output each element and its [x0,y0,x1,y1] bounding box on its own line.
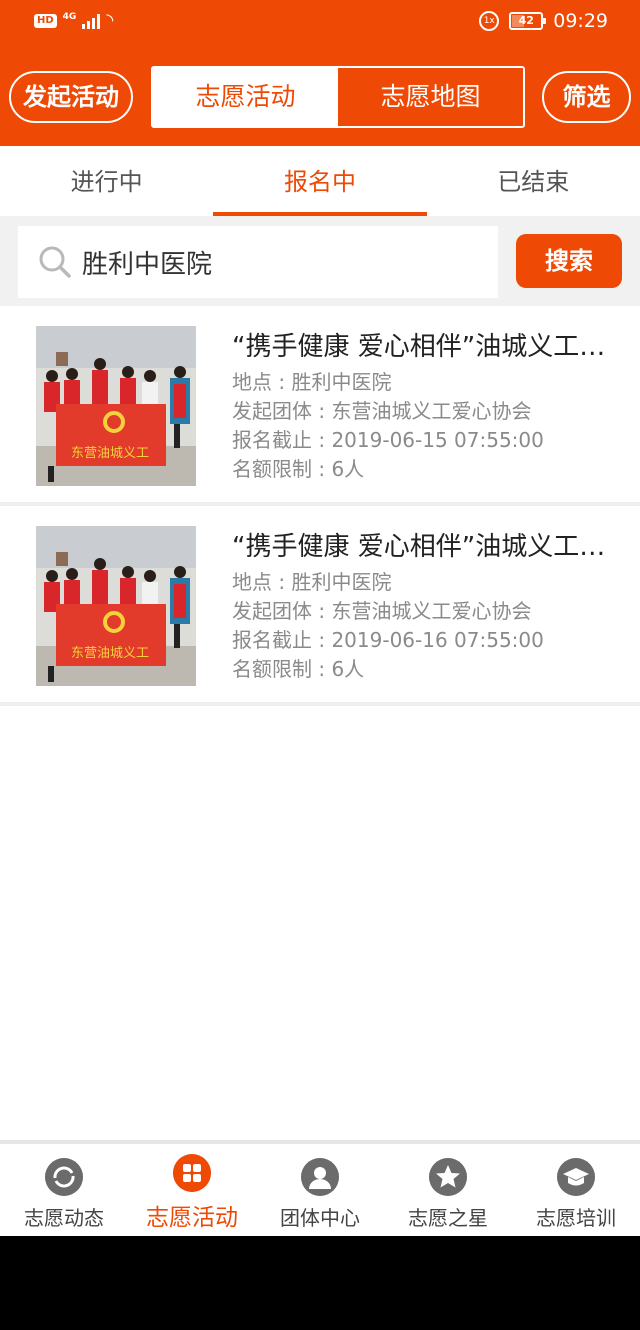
activity-item[interactable]: 东营油城义工 “携手健康 爱心相伴”油城义工爱心协会志愿服务活动 地点 : 胜利… [0,506,640,706]
battery-icon: 42 [509,12,547,30]
activity-organizer: 发起团体 : 东营油城义工爱心协会 [232,599,532,623]
app-header: HD 4G ◝ 1x 42 09:29 发起活动 志愿活动 志愿地图 筛选 [0,0,640,146]
activity-item[interactable]: 东营油城义工 “携手健康 爱心相伴”油城义工爱心协会志愿服务活动 地点 : 胜利… [0,306,640,506]
nav-label: 志愿培训 [536,1206,616,1230]
activity-quota: 名额限制 : 6人 [232,657,365,681]
activity-thumbnail: 东营油城义工 [36,526,196,686]
status-left: HD 4G ◝ [34,12,113,30]
nav-label: 志愿活动 [146,1205,238,1231]
activity-location: 地点 : 胜利中医院 [232,370,392,394]
battery-level: 42 [518,14,534,27]
search-box[interactable] [18,226,498,298]
status-bar: HD 4G ◝ 1x 42 09:29 [0,0,640,46]
activity-thumbnail: 东营油城义工 [36,326,196,486]
status-tabs: 进行中 报名中 已结束 [0,146,640,216]
wifi-icon: ◝ [106,10,114,31]
view-switcher: 志愿活动 志愿地图 [151,66,525,128]
activity-deadline: 报名截止 : 2019-06-16 07:55:00 [232,628,544,652]
search-bar: 搜索 [0,216,640,306]
nav-volunteer-training[interactable]: 志愿培训 [512,1144,640,1236]
segment-volunteer-activities[interactable]: 志愿活动 [153,68,338,126]
activity-list: 东营油城义工 “携手健康 爱心相伴”油城义工爱心协会志愿服务活动 地点 : 胜利… [0,306,640,706]
tab-registering[interactable]: 报名中 [213,146,427,216]
nav-volunteer-activities[interactable]: 志愿活动 [128,1144,256,1236]
star-icon [429,1158,467,1196]
grid-icon [173,1154,211,1192]
signal-icon [82,13,101,29]
vibrate-icon: 1x [479,11,500,31]
activity-deadline: 报名截止 : 2019-06-15 07:55:00 [232,428,544,452]
nav-label: 志愿之星 [408,1206,488,1230]
hd-icon: HD [34,14,57,28]
banner-text: 东营油城义工 [71,646,149,661]
graduation-cap-icon [557,1158,595,1196]
search-button[interactable]: 搜索 [516,234,622,288]
bottom-nav: 志愿动态 志愿活动 团体中心 志愿之星 志愿培训 [0,1140,640,1236]
activity-title: “携手健康 爱心相伴”油城义工爱心协会志愿服务活动 [232,532,624,562]
launch-activity-button[interactable]: 发起活动 [9,71,133,123]
activity-location: 地点 : 胜利中医院 [232,570,392,594]
nav-label: 团体中心 [280,1206,360,1230]
search-input[interactable] [82,236,482,288]
segment-volunteer-map[interactable]: 志愿地图 [338,68,523,126]
person-icon [301,1158,339,1196]
nav-group-center[interactable]: 团体中心 [256,1144,384,1236]
clock: 09:29 [553,10,608,32]
refresh-icon [45,1158,83,1196]
nav-label: 志愿动态 [24,1206,104,1230]
banner-text: 东营油城义工 [71,446,149,461]
activity-title: “携手健康 爱心相伴”油城义工爱心协会志愿服务活动 [232,332,624,362]
status-right: 1x 42 09:29 [479,10,608,32]
filter-button[interactable]: 筛选 [542,71,631,123]
tab-ended[interactable]: 已结束 [427,146,640,216]
app-screen: HD 4G ◝ 1x 42 09:29 发起活动 志愿活动 志愿地图 筛选 进行… [0,0,640,1236]
tab-in-progress[interactable]: 进行中 [0,146,213,216]
network-type: 4G [62,12,77,22]
nav-volunteer-stars[interactable]: 志愿之星 [384,1144,512,1236]
activity-quota: 名额限制 : 6人 [232,457,365,481]
search-icon [39,246,71,278]
nav-volunteer-news[interactable]: 志愿动态 [0,1144,128,1236]
activity-organizer: 发起团体 : 东营油城义工爱心协会 [232,399,532,423]
